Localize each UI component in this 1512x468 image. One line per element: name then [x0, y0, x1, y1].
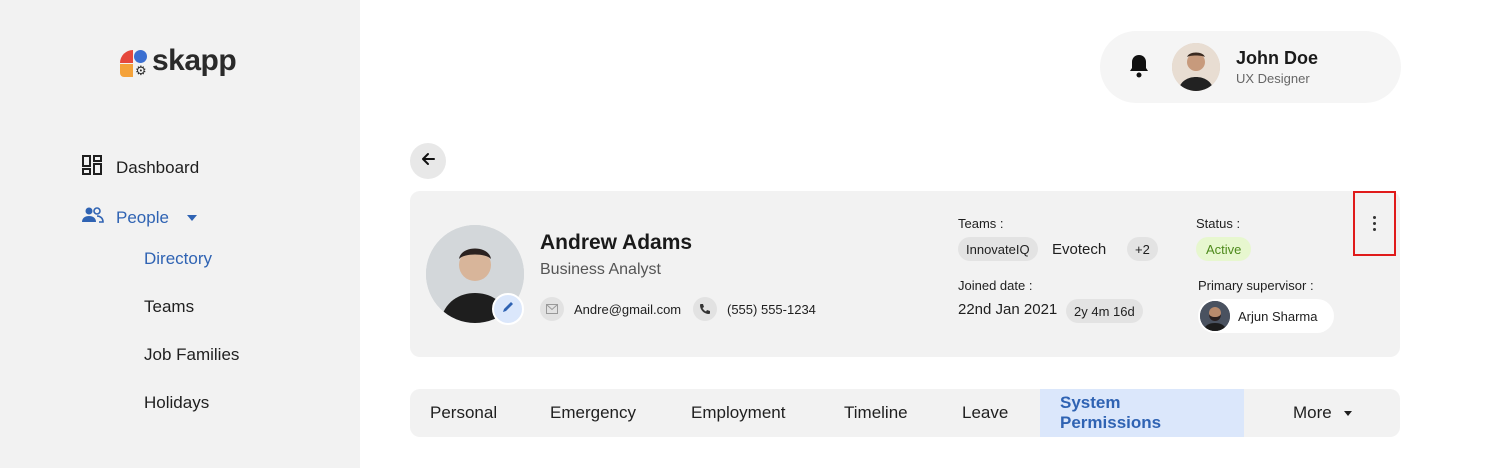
phone-contact[interactable]: (555) 555-1234: [693, 297, 816, 321]
sidebar-item-label: Dashboard: [116, 157, 200, 177]
edit-avatar-button[interactable]: [492, 293, 524, 325]
avatar[interactable]: [1172, 43, 1220, 91]
supervisor-name: Arjun Sharma: [1238, 308, 1318, 324]
tenure-chip: 2y 4m 16d: [1066, 299, 1143, 323]
chevron-down-icon: [186, 214, 197, 221]
back-button[interactable]: [410, 143, 446, 179]
user-name: John Doe: [1236, 48, 1319, 68]
sidebar-item-people[interactable]: People: [82, 207, 197, 228]
people-icon: [82, 207, 104, 228]
sidebar-item-label: People: [116, 207, 169, 227]
teams-label: Teams :: [958, 216, 1004, 231]
email-text: Andre@gmail.com: [574, 301, 682, 317]
sidebar-subitem-teams[interactable]: Teams: [144, 297, 194, 317]
joined-date: 22nd Jan 2021: [958, 301, 1058, 318]
teams-more-chip[interactable]: +2: [1127, 237, 1158, 261]
profile-tabs: Personal Emergency Employment Timeline L…: [410, 389, 1400, 437]
sidebar-subitem-job-families[interactable]: Job Families: [144, 345, 239, 365]
pencil-icon: [501, 300, 515, 319]
app-logo[interactable]: ⚙ skapp: [120, 44, 237, 78]
logo-mark-icon: ⚙: [120, 48, 148, 78]
bell-icon[interactable]: [1128, 53, 1150, 84]
more-vertical-icon: [1373, 216, 1376, 231]
status-label: Status :: [1196, 216, 1241, 231]
sidebar-subitem-holidays[interactable]: Holidays: [144, 393, 209, 413]
team-chip[interactable]: Evotech: [1044, 237, 1114, 261]
supervisor-chip[interactable]: Arjun Sharma: [1198, 299, 1334, 333]
tab-employment[interactable]: Employment: [691, 389, 785, 437]
phone-text: (555) 555-1234: [727, 301, 816, 317]
chevron-down-icon: [1343, 410, 1352, 416]
dashboard-icon: [82, 155, 102, 180]
supervisor-label: Primary supervisor :: [1198, 278, 1314, 293]
tab-more-label: More: [1293, 403, 1332, 422]
employee-name: Andrew Adams: [540, 231, 693, 254]
user-role: UX Designer: [1236, 71, 1310, 86]
email-contact[interactable]: Andre@gmail.com: [540, 297, 681, 321]
logo-text: skapp: [152, 44, 237, 77]
sidebar-item-dashboard[interactable]: Dashboard: [82, 155, 199, 180]
phone-icon: [693, 297, 717, 321]
team-chip[interactable]: InnovateIQ: [958, 237, 1038, 261]
tab-timeline[interactable]: Timeline: [844, 389, 908, 437]
tab-system-permissions[interactable]: System Permissions: [1040, 389, 1244, 437]
tab-more[interactable]: More: [1293, 389, 1352, 437]
employee-title: Business Analyst: [540, 261, 661, 278]
tab-personal[interactable]: Personal: [430, 389, 497, 437]
mail-icon: [540, 297, 564, 321]
more-options-button[interactable]: [1353, 191, 1396, 256]
status-badge: Active: [1196, 237, 1252, 261]
tab-emergency[interactable]: Emergency: [550, 389, 636, 437]
sidebar: ⚙ skapp Dashboard People Directory Teams…: [0, 0, 360, 468]
supervisor-avatar: [1200, 301, 1230, 331]
joined-label: Joined date :: [958, 278, 1033, 293]
employee-profile-card: Andrew Adams Business Analyst Andre@gmai…: [410, 191, 1400, 357]
sidebar-subitem-directory[interactable]: Directory: [144, 249, 212, 269]
arrow-left-icon: [420, 151, 436, 172]
tab-leave[interactable]: Leave: [962, 389, 1008, 437]
user-profile-pill: John Doe UX Designer: [1100, 31, 1401, 103]
